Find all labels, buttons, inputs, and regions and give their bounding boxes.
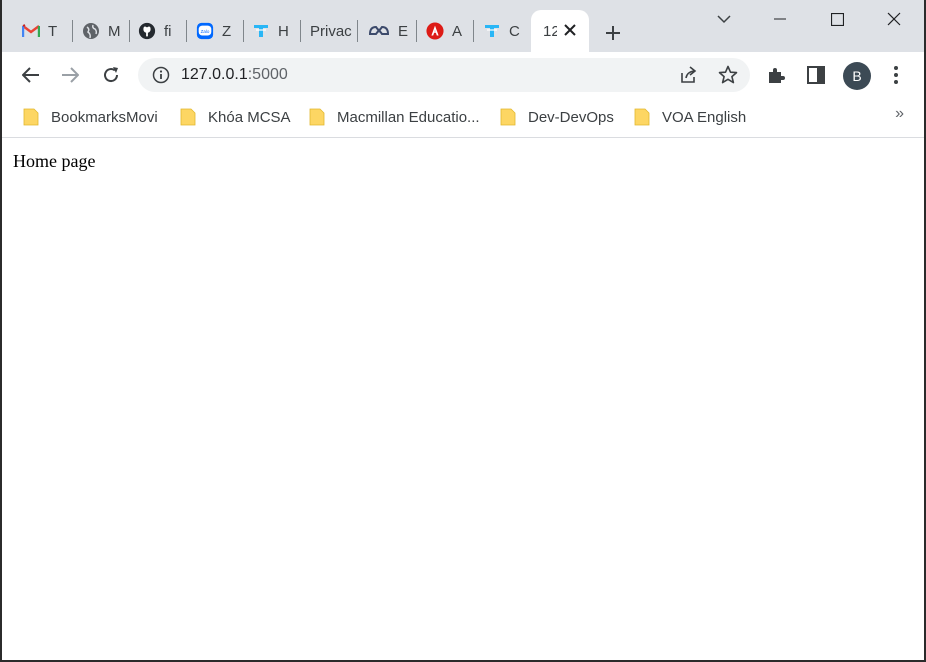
folder-icon <box>500 108 516 126</box>
page-content: Home page <box>2 139 924 660</box>
tab-teams-c[interactable]: C <box>471 10 531 52</box>
url-port: :5000 <box>247 66 288 83</box>
tab-title: A <box>452 22 463 40</box>
page-heading: Home page <box>13 151 96 171</box>
tab-title: 12 <box>543 22 557 40</box>
bookmark-folder[interactable]: VOA English <box>634 106 746 128</box>
side-panel-button[interactable] <box>801 60 831 90</box>
browser-window: T M fi Zalo Z H Privac E A C 12 127.0.0.… <box>2 0 924 660</box>
reload-icon <box>104 67 119 83</box>
arrow-left-icon <box>22 67 39 83</box>
tab-title: T <box>48 22 58 40</box>
tab-title: Z <box>222 22 232 40</box>
bookmarks-bar: BookmarksMovi Khóa MCSA Macmillan Educat… <box>2 98 924 138</box>
tab-github[interactable]: fi <box>126 10 186 52</box>
url-host: 127.0.0.1 <box>181 66 248 83</box>
side-panel-icon <box>807 66 825 84</box>
tab-teams-h[interactable]: H <box>240 10 298 52</box>
bookmark-label: Khóa MCSA <box>208 108 291 126</box>
zalo-icon: Zalo <box>196 22 214 40</box>
folder-icon <box>180 108 196 126</box>
tab-angular[interactable]: A <box>414 10 472 52</box>
bookmark-label: Dev-DevOps <box>528 108 614 126</box>
folder-icon <box>634 108 650 126</box>
tab-zalo[interactable]: Zalo Z <box>184 10 242 52</box>
tab-title: fi <box>164 22 172 40</box>
minimize-icon <box>774 18 786 20</box>
bookmark-folder[interactable]: Khóa MCSA <box>180 106 291 128</box>
close-icon <box>887 12 901 26</box>
tab-title: Privac <box>310 22 352 40</box>
tab-title: E <box>398 22 409 40</box>
url-text[interactable]: 127.0.0.1:5000 <box>181 66 288 84</box>
gmail-icon <box>22 22 40 40</box>
tab-globe[interactable]: M <box>70 10 128 52</box>
menu-button[interactable] <box>881 60 911 90</box>
folder-icon <box>309 108 325 126</box>
bookmark-folder[interactable]: Dev-DevOps <box>500 106 614 128</box>
tab-search-button[interactable] <box>696 0 752 38</box>
teams-icon <box>252 22 270 40</box>
globe-icon <box>82 22 100 40</box>
more-vert-icon <box>894 66 898 84</box>
svg-text:Zalo: Zalo <box>201 29 210 34</box>
tab-title: M <box>108 22 121 40</box>
maximize-button[interactable] <box>809 0 865 38</box>
link-logo-icon <box>368 22 390 40</box>
bookmark-label: BookmarksMovi <box>51 108 158 126</box>
bookmark-folder[interactable]: BookmarksMovi <box>23 106 158 128</box>
forward-button[interactable] <box>55 60 85 90</box>
new-tab-button[interactable] <box>599 19 627 47</box>
reload-button[interactable] <box>96 60 126 90</box>
tab-privacy[interactable]: Privac <box>298 10 356 52</box>
close-window-button[interactable] <box>866 0 922 38</box>
github-icon <box>138 22 156 40</box>
minimize-button[interactable] <box>752 0 808 38</box>
maximize-icon <box>830 12 844 26</box>
puzzle-icon <box>769 68 785 83</box>
teams-icon <box>483 22 501 40</box>
share-icon[interactable] <box>678 65 698 85</box>
arrow-right-icon <box>62 67 79 83</box>
tab-title: H <box>278 22 289 40</box>
angular-icon <box>426 22 444 40</box>
bookmark-label: Macmillan Educatio... <box>337 108 480 126</box>
extensions-button[interactable] <box>761 60 791 90</box>
address-bar[interactable]: 127.0.0.1:5000 <box>138 58 750 92</box>
bookmarks-overflow-button[interactable]: » <box>895 105 904 123</box>
avatar[interactable]: B <box>843 62 871 90</box>
back-button[interactable] <box>16 60 46 90</box>
folder-icon <box>23 108 39 126</box>
toolbar: 127.0.0.1:5000 B <box>2 52 924 98</box>
close-icon[interactable] <box>561 21 579 39</box>
tab-e[interactable]: E <box>356 10 414 52</box>
star-icon[interactable] <box>718 65 738 85</box>
chevron-down-icon <box>717 14 731 23</box>
tab-active[interactable]: 12 <box>531 10 589 52</box>
plus-icon <box>606 26 620 40</box>
bookmark-label: VOA English <box>662 108 747 126</box>
tab-gmail[interactable]: T <box>10 10 70 52</box>
info-icon[interactable] <box>152 66 170 84</box>
bookmark-folder[interactable]: Macmillan Educatio... <box>309 106 480 128</box>
tab-strip: T M fi Zalo Z H Privac E A C 12 <box>2 0 924 52</box>
tab-title: C <box>509 22 520 40</box>
